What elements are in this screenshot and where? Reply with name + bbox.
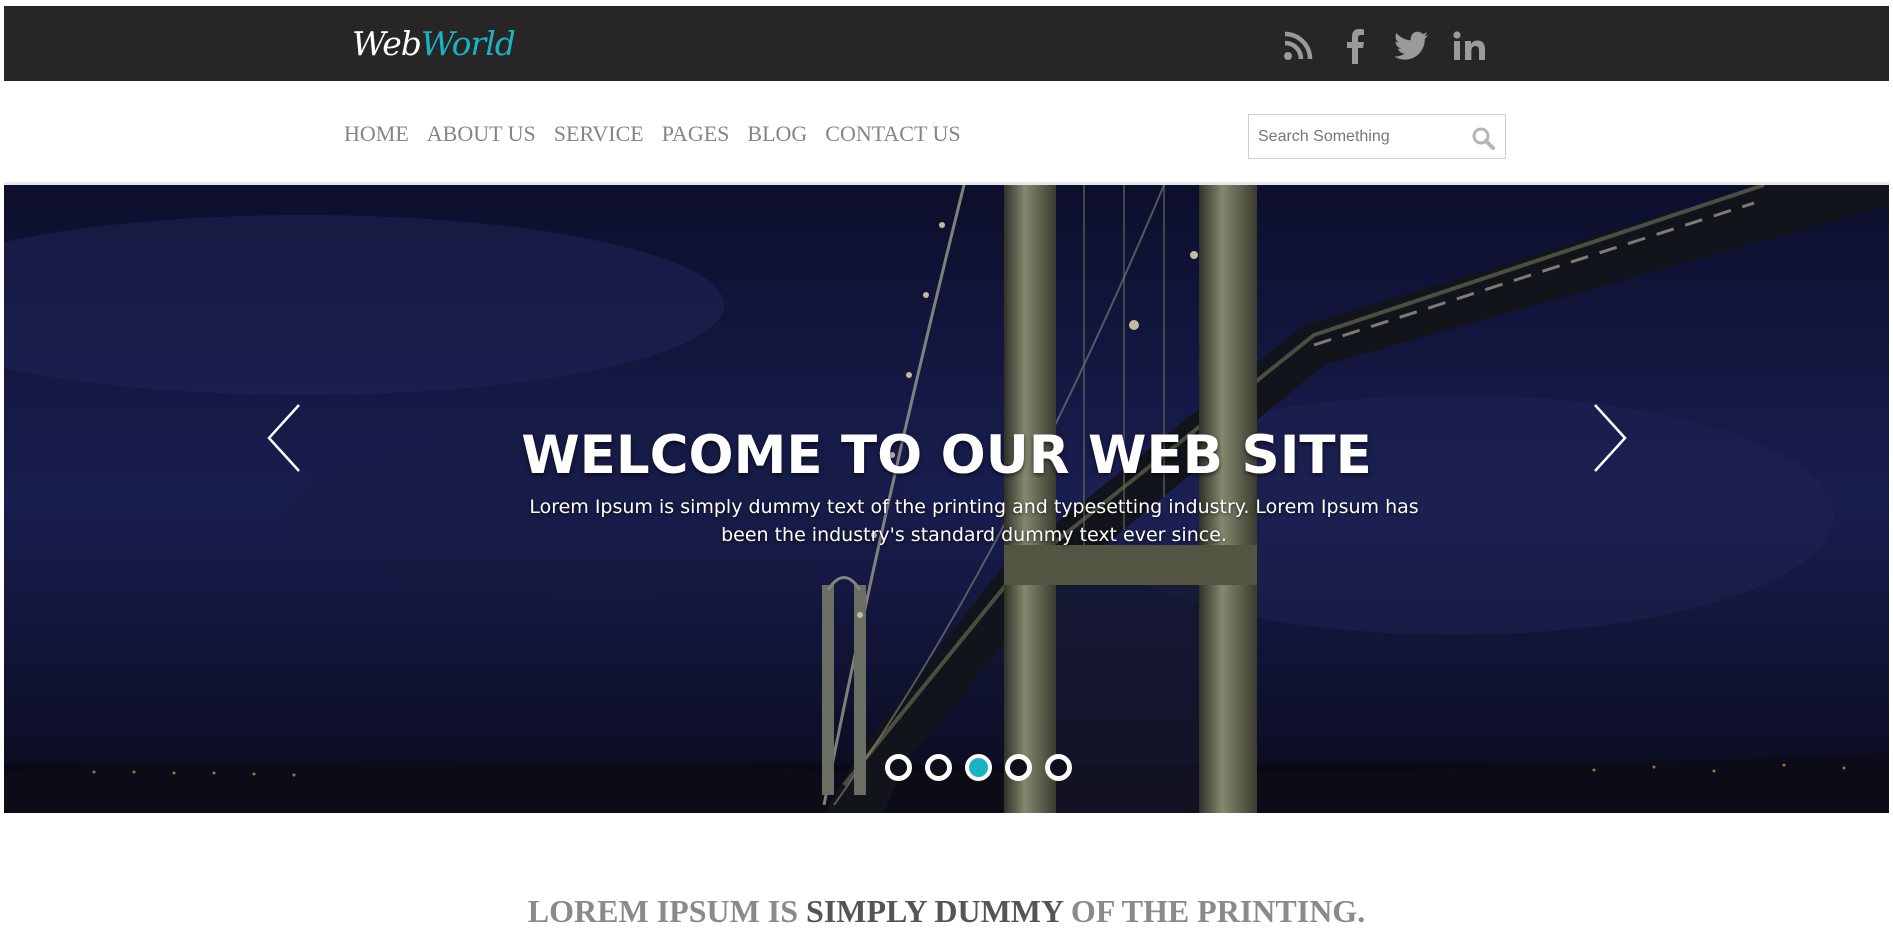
- nav-item-contact-us[interactable]: CONTACT US: [825, 121, 960, 147]
- logo-text-web: Web: [352, 24, 422, 63]
- rss-icon[interactable]: [1280, 26, 1316, 66]
- primary-navigation: HOME ABOUT US SERVICE PAGES BLOG CONTACT…: [344, 121, 979, 147]
- headline-part-2: SIMPLY DUMMY: [806, 893, 1063, 929]
- site-logo[interactable]: WebWorld: [352, 24, 516, 63]
- slider-dot-3-active[interactable]: [965, 754, 992, 781]
- nav-item-service[interactable]: SERVICE: [554, 121, 644, 147]
- nav-item-blog[interactable]: BLOG: [747, 121, 807, 147]
- nav-item-about-us[interactable]: ABOUT US: [427, 121, 536, 147]
- main-navbar: HOME ABOUT US SERVICE PAGES BLOG CONTACT…: [0, 81, 1893, 184]
- slider-pagination: [885, 754, 1085, 781]
- hero-description: Lorem Ipsum is simply dummy text of the …: [529, 496, 1419, 546]
- search-box: [1248, 114, 1506, 159]
- facebook-icon[interactable]: [1340, 26, 1370, 66]
- section-headline: LOREM IPSUM IS SIMPLY DUMMY OF THE PRINT…: [0, 893, 1893, 930]
- nav-item-home[interactable]: HOME: [344, 121, 409, 147]
- slider-dot-4[interactable]: [1005, 754, 1032, 781]
- slider-dot-2[interactable]: [925, 754, 952, 781]
- headline-part-1: LOREM IPSUM IS: [527, 893, 807, 929]
- slider-next-arrow-icon[interactable]: [1592, 403, 1628, 478]
- nav-item-pages[interactable]: PAGES: [662, 121, 730, 147]
- slider-dot-1[interactable]: [885, 754, 912, 781]
- headline-part-3: OF THE PRINTING.: [1062, 893, 1366, 929]
- slider-dot-5[interactable]: [1045, 754, 1072, 781]
- top-bar: WebWorld: [4, 6, 1889, 81]
- linkedin-icon[interactable]: [1450, 26, 1490, 66]
- hero-slider: WELCOME TO OUR WEB SITE Lorem Ipsum is s…: [4, 185, 1889, 813]
- twitter-icon[interactable]: [1392, 26, 1432, 66]
- slider-prev-arrow-icon[interactable]: [266, 403, 302, 478]
- logo-text-world: World: [420, 24, 516, 63]
- search-input[interactable]: [1249, 115, 1459, 158]
- search-icon[interactable]: [1471, 126, 1495, 155]
